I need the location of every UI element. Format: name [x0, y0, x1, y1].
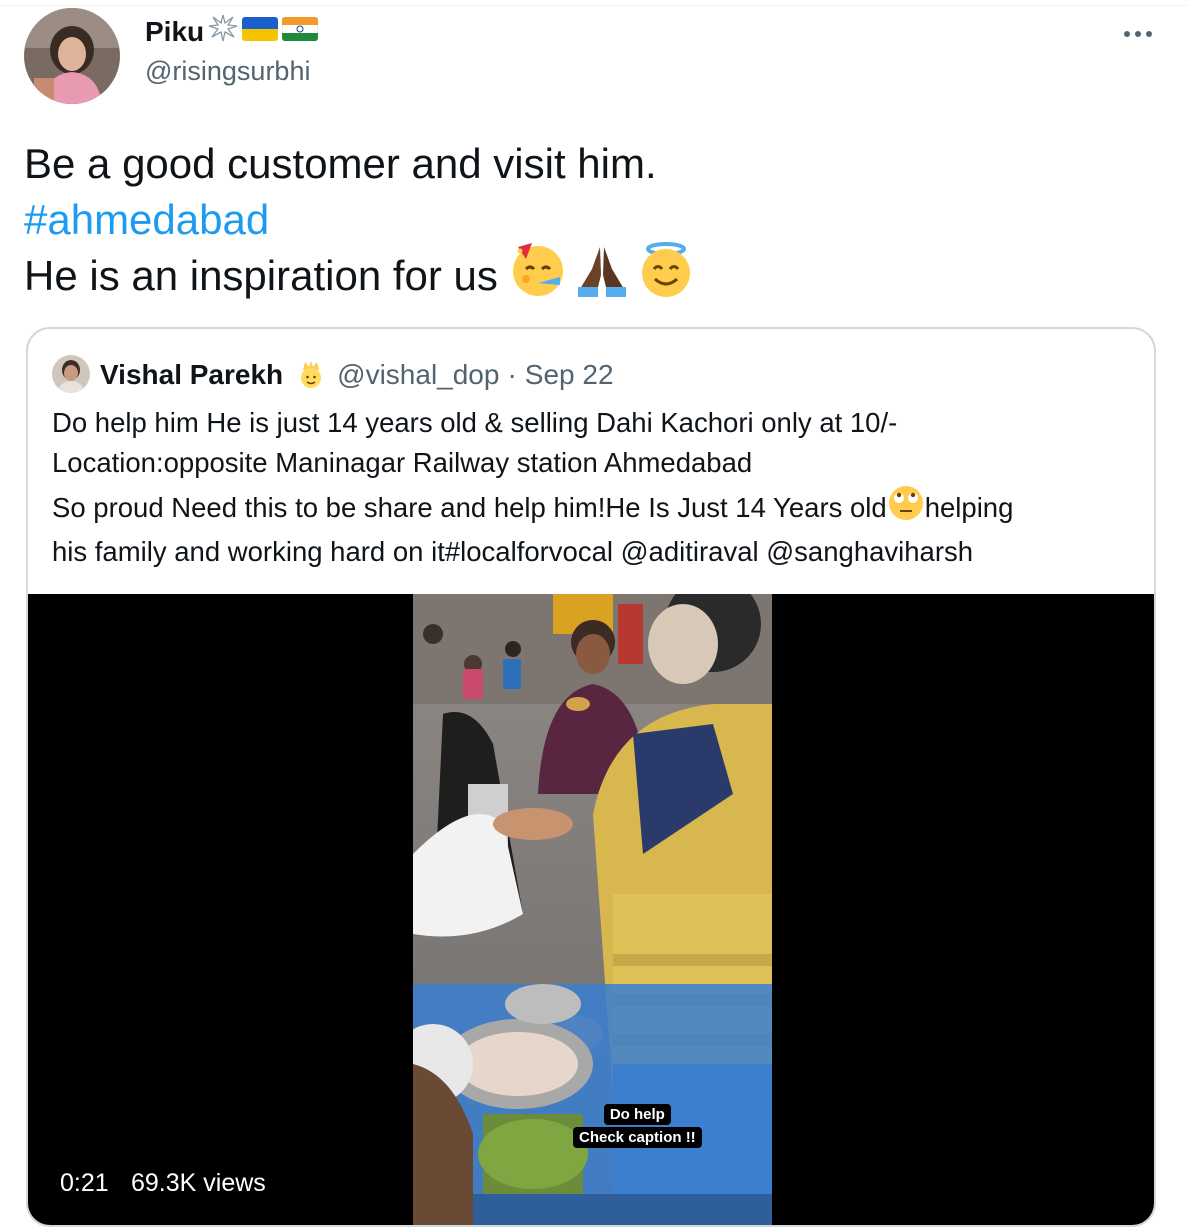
- video-player[interactable]: Do help Check caption !! 0:21 69.3K view…: [28, 594, 1154, 1225]
- face-with-rolling-eyes-emoji: [887, 483, 925, 532]
- mention-aditiraval[interactable]: @aditiraval: [621, 532, 759, 572]
- tweet-text: Be a good customer and visit him. #ahmed…: [24, 136, 1164, 304]
- video-duration: 0:21: [60, 1169, 109, 1197]
- quoted-line-2: Location:opposite Maninagar Railway stat…: [52, 447, 753, 478]
- quoted-author-avatar[interactable]: [52, 355, 90, 393]
- author-handle[interactable]: @risingsurbhi: [145, 56, 310, 87]
- author-avatar[interactable]: [24, 8, 120, 104]
- sparkle-burst-emoji: [208, 14, 238, 49]
- more-options-icon[interactable]: [1118, 20, 1158, 48]
- caption-line-2: Check caption !!: [573, 1127, 702, 1148]
- author-name-row[interactable]: Piku: [145, 14, 319, 49]
- video-caption: Do help Check caption !!: [573, 1104, 702, 1148]
- quoted-tweet-date[interactable]: Sep 22: [525, 359, 614, 391]
- folded-hands-emoji: [572, 239, 632, 313]
- quoted-line-4a: his family and working hard on it: [52, 536, 445, 567]
- smiling-face-with-halo-emoji: [636, 239, 696, 313]
- hashtag-link[interactable]: #ahmedabad: [24, 192, 269, 248]
- india-flag-emoji: [281, 16, 319, 48]
- tweet-line-1: Be a good customer and visit him.: [24, 140, 657, 187]
- quoted-line-3a: So proud Need this to be share and help …: [52, 491, 887, 523]
- quoted-line-1: Do help him He is just 14 years old & se…: [52, 407, 898, 438]
- quoted-author-handle[interactable]: @vishal_dop: [337, 359, 499, 391]
- quoted-tweet-text: Do help him He is just 14 years old & se…: [52, 403, 1142, 572]
- caption-line-1: Do help: [603, 1104, 671, 1125]
- video-view-count: 69.3K views: [131, 1169, 266, 1197]
- partying-face-emoji: [508, 239, 568, 313]
- quoted-tweet-card[interactable]: Vishal Parekh @vishal_dop · Sep 22 Do he…: [26, 327, 1156, 1227]
- person-with-crown-emoji: [297, 360, 325, 390]
- quoted-author-name[interactable]: Vishal Parekh: [100, 359, 283, 391]
- top-divider: [0, 5, 1188, 6]
- author-name[interactable]: Piku: [145, 16, 204, 48]
- localforvocal-hashtag[interactable]: #localforvocal: [445, 532, 613, 572]
- tweet-line-3: He is an inspiration for us: [24, 252, 498, 299]
- mention-sanghaviharsh[interactable]: @sanghaviharsh: [766, 532, 973, 572]
- quoted-line-3b: helping: [924, 491, 1014, 523]
- quoted-tweet-header: Vishal Parekh @vishal_dop · Sep 22: [100, 355, 614, 395]
- separator-dot: ·: [507, 359, 517, 390]
- ukraine-flag-emoji: [242, 16, 279, 48]
